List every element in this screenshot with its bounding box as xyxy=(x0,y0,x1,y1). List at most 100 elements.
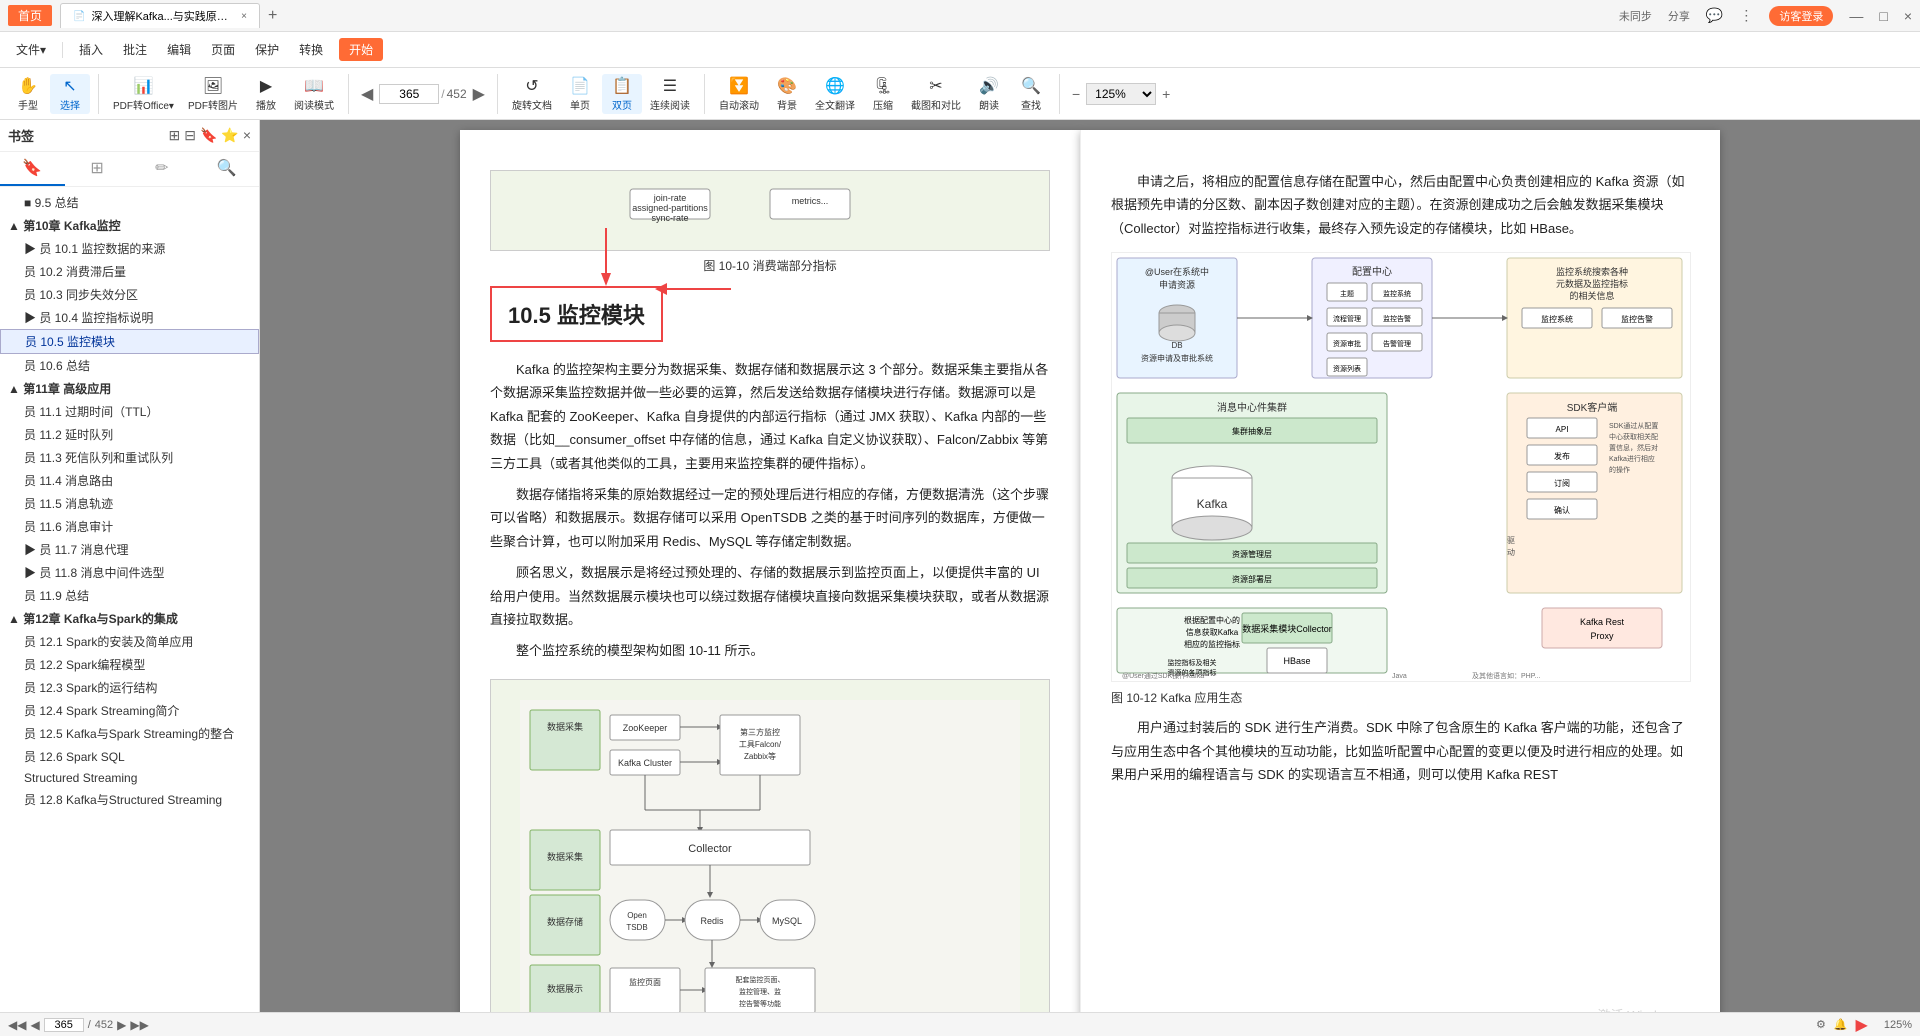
start-button[interactable]: 开始 xyxy=(339,38,383,61)
toc-item-12-8[interactable]: 员 12.8 Kafka与Structured Streaming xyxy=(0,788,259,811)
pdf-display-area[interactable]: join-rate assigned-partitions sync-rate … xyxy=(260,120,1920,1012)
close-button[interactable]: × xyxy=(1904,8,1912,24)
vip-button[interactable]: 访客登录 xyxy=(1769,6,1833,26)
continuous-button[interactable]: ☰ 连续阅读 xyxy=(644,74,696,114)
toc-item-12-1[interactable]: 员 12.1 Spark的安装及简单应用 xyxy=(0,630,259,653)
share-label[interactable]: 分享 xyxy=(1668,8,1690,24)
play-button[interactable]: ▶ 播放 xyxy=(246,74,286,114)
active-tab[interactable]: 📄 深入理解Kafka...与实践原理.pdf × xyxy=(60,3,260,28)
menu-protect[interactable]: 保护 xyxy=(247,37,287,62)
toc-item-12-4[interactable]: 员 12.4 Spark Streaming简介 xyxy=(0,699,259,722)
nav-next-button[interactable]: ▶ xyxy=(117,1018,126,1032)
home-button[interactable]: 首页 xyxy=(8,5,52,26)
compress-label: 压缩 xyxy=(873,97,893,112)
toc-item-9-5[interactable]: ■ 9.5 总结 xyxy=(0,191,259,214)
toc-item-11-5[interactable]: 员 11.5 消息轨迹 xyxy=(0,492,259,515)
sidebar-tab-search[interactable]: 🔍 xyxy=(194,152,259,186)
toc-item-11-4[interactable]: 员 11.4 消息路由 xyxy=(0,469,259,492)
select-tool[interactable]: ↖ 选择 xyxy=(50,74,90,114)
page-input[interactable] xyxy=(379,84,439,104)
sidebar-expand-icon[interactable]: ⊞ xyxy=(168,127,180,144)
add-tab-button[interactable]: + xyxy=(260,7,285,25)
toc-item-11-2[interactable]: 员 11.2 延时队列 xyxy=(0,423,259,446)
pdf-to-img-button[interactable]: 🖼 PDF转图片 xyxy=(182,74,244,114)
toc-item-11-9[interactable]: 员 11.9 总结 xyxy=(0,584,259,607)
maximize-button[interactable]: □ xyxy=(1879,8,1887,24)
translate-button[interactable]: 🌐 全文翻译 xyxy=(809,74,861,114)
toc-item-11-8[interactable]: ▶ 员 11.8 消息中间件选型 xyxy=(0,561,259,584)
svg-text:的相关信息: 的相关信息 xyxy=(1569,290,1614,301)
status-settings-icon[interactable]: ⚙ xyxy=(1816,1018,1826,1031)
fig10-10-caption: 图 10-10 消费端部分指标 xyxy=(490,257,1050,274)
status-play-icon[interactable]: ▶ xyxy=(1856,1015,1868,1035)
auto-scroll-button[interactable]: ⏬ 自动滚动 xyxy=(713,74,765,114)
sidebar-tab-thumbnails[interactable]: ⊞ xyxy=(65,152,130,186)
compress-button[interactable]: 🗜 压缩 xyxy=(863,74,903,114)
sidebar-tab-annotations[interactable]: ✏ xyxy=(130,152,195,186)
menu-file[interactable]: 文件▾ xyxy=(8,37,54,62)
sidebar-collapse-icon[interactable]: ⊟ xyxy=(184,127,196,144)
sidebar-title: 书签 xyxy=(8,126,34,145)
toc-item-11-1[interactable]: 员 11.1 过期时间（TTL） xyxy=(0,400,259,423)
svg-text:监控告警: 监控告警 xyxy=(1383,314,1411,323)
nav-prev-button[interactable]: ◀ xyxy=(30,1018,39,1032)
nav-prev-arrow[interactable]: ◀ xyxy=(357,80,377,108)
svg-text:监控系统搜索各种: 监控系统搜索各种 xyxy=(1556,266,1628,277)
nav-first-button[interactable]: ◀◀ xyxy=(8,1018,26,1032)
read-mode-button[interactable]: 📖 阅读模式 xyxy=(288,74,340,114)
toc-item-label: 员 11.1 过期时间（TTL） xyxy=(24,403,158,420)
double-page-button[interactable]: 📋 双页 xyxy=(602,74,642,114)
zoom-in-icon[interactable]: + xyxy=(1158,84,1174,104)
screenshot-button[interactable]: ✂ 截图和对比 xyxy=(905,74,967,114)
toc-item-12-2[interactable]: 员 12.2 Spark编程模型 xyxy=(0,653,259,676)
toc-item-label: ▶ 员 10.1 监控数据的来源 xyxy=(24,240,165,257)
toc-item-label: ▲ 第10章 Kafka监控 xyxy=(8,217,121,234)
toc-item-ch12[interactable]: ▲ 第12章 Kafka与Spark的集成 xyxy=(0,607,259,630)
toc-item-ch10[interactable]: ▲ 第10章 Kafka监控 xyxy=(0,214,259,237)
single-page-button[interactable]: 📄 单页 xyxy=(560,74,600,114)
toc-item-label: 员 11.3 死信队列和重试队列 xyxy=(24,449,173,466)
status-page-input[interactable] xyxy=(44,1018,84,1032)
nav-last-button[interactable]: ▶▶ xyxy=(130,1018,148,1032)
sidebar-tab-bookmarks[interactable]: 🔖 xyxy=(0,152,65,186)
toc-item-ch11[interactable]: ▲ 第11章 高级应用 xyxy=(0,377,259,400)
read-aloud-button[interactable]: 🔊 朗读 xyxy=(969,74,1009,114)
menu-page[interactable]: 页面 xyxy=(203,37,243,62)
toc-item-10-3[interactable]: 员 10.3 同步失效分区 xyxy=(0,283,259,306)
sidebar-bookmark-icon[interactable]: 🔖 xyxy=(200,127,217,144)
toc-item-11-7[interactable]: ▶ 员 11.7 消息代理 xyxy=(0,538,259,561)
menu-annotate[interactable]: 批注 xyxy=(115,37,155,62)
toc-item-12-6[interactable]: 员 12.6 Spark SQL xyxy=(0,745,259,768)
comment-icon[interactable]: 💬 xyxy=(1706,7,1723,24)
menu-convert[interactable]: 转换 xyxy=(291,37,331,62)
toc-item-12-3[interactable]: 员 12.3 Spark的运行结构 xyxy=(0,676,259,699)
toc-item-10-5[interactable]: 员 10.5 监控模块 xyxy=(0,329,259,354)
zoom-select[interactable]: 125% 100% 150% 75% xyxy=(1086,83,1156,105)
double-page-label: 双页 xyxy=(612,97,632,112)
search-button[interactable]: 🔍 查找 xyxy=(1011,74,1051,114)
more-icon[interactable]: ⋮ xyxy=(1739,7,1753,24)
tab-close-icon[interactable]: × xyxy=(241,11,247,22)
minimize-button[interactable]: — xyxy=(1849,8,1863,24)
toc-item-11-3[interactable]: 员 11.3 死信队列和重试队列 xyxy=(0,446,259,469)
toc-item-10-2[interactable]: 员 10.2 消费滞后量 xyxy=(0,260,259,283)
status-notification-icon[interactable]: 🔔 xyxy=(1834,1018,1848,1031)
toc-item-10-6[interactable]: 员 10.6 总结 xyxy=(0,354,259,377)
toc-item-12-5[interactable]: 员 12.5 Kafka与Spark Streaming的整合 xyxy=(0,722,259,745)
menu-insert[interactable]: 插入 xyxy=(71,37,111,62)
nav-next-arrow[interactable]: ▶ xyxy=(469,80,489,108)
pdf-to-office-button[interactable]: 📊 PDF转Office▾ xyxy=(107,74,180,114)
toc-item-10-4[interactable]: ▶ 员 10.4 监控指标说明 xyxy=(0,306,259,329)
rotate-button[interactable]: ↺ 旋转文档 xyxy=(506,74,558,114)
background-button[interactable]: 🎨 背景 xyxy=(767,74,807,114)
toc-item-11-6[interactable]: 员 11.6 消息审计 xyxy=(0,515,259,538)
sidebar-star-icon[interactable]: ⭐ xyxy=(221,127,238,144)
toc-item-10-1[interactable]: ▶ 员 10.1 监控数据的来源 xyxy=(0,237,259,260)
svg-text:告警管理: 告警管理 xyxy=(1383,339,1411,348)
hand-tool[interactable]: ✋ 手型 xyxy=(8,74,48,114)
zoom-out-icon[interactable]: − xyxy=(1068,84,1084,104)
search-label: 查找 xyxy=(1021,97,1041,112)
sidebar-close-icon[interactable]: × xyxy=(243,127,251,144)
toc-item-12-7[interactable]: Structured Streaming xyxy=(0,768,259,788)
menu-edit[interactable]: 编辑 xyxy=(159,37,199,62)
